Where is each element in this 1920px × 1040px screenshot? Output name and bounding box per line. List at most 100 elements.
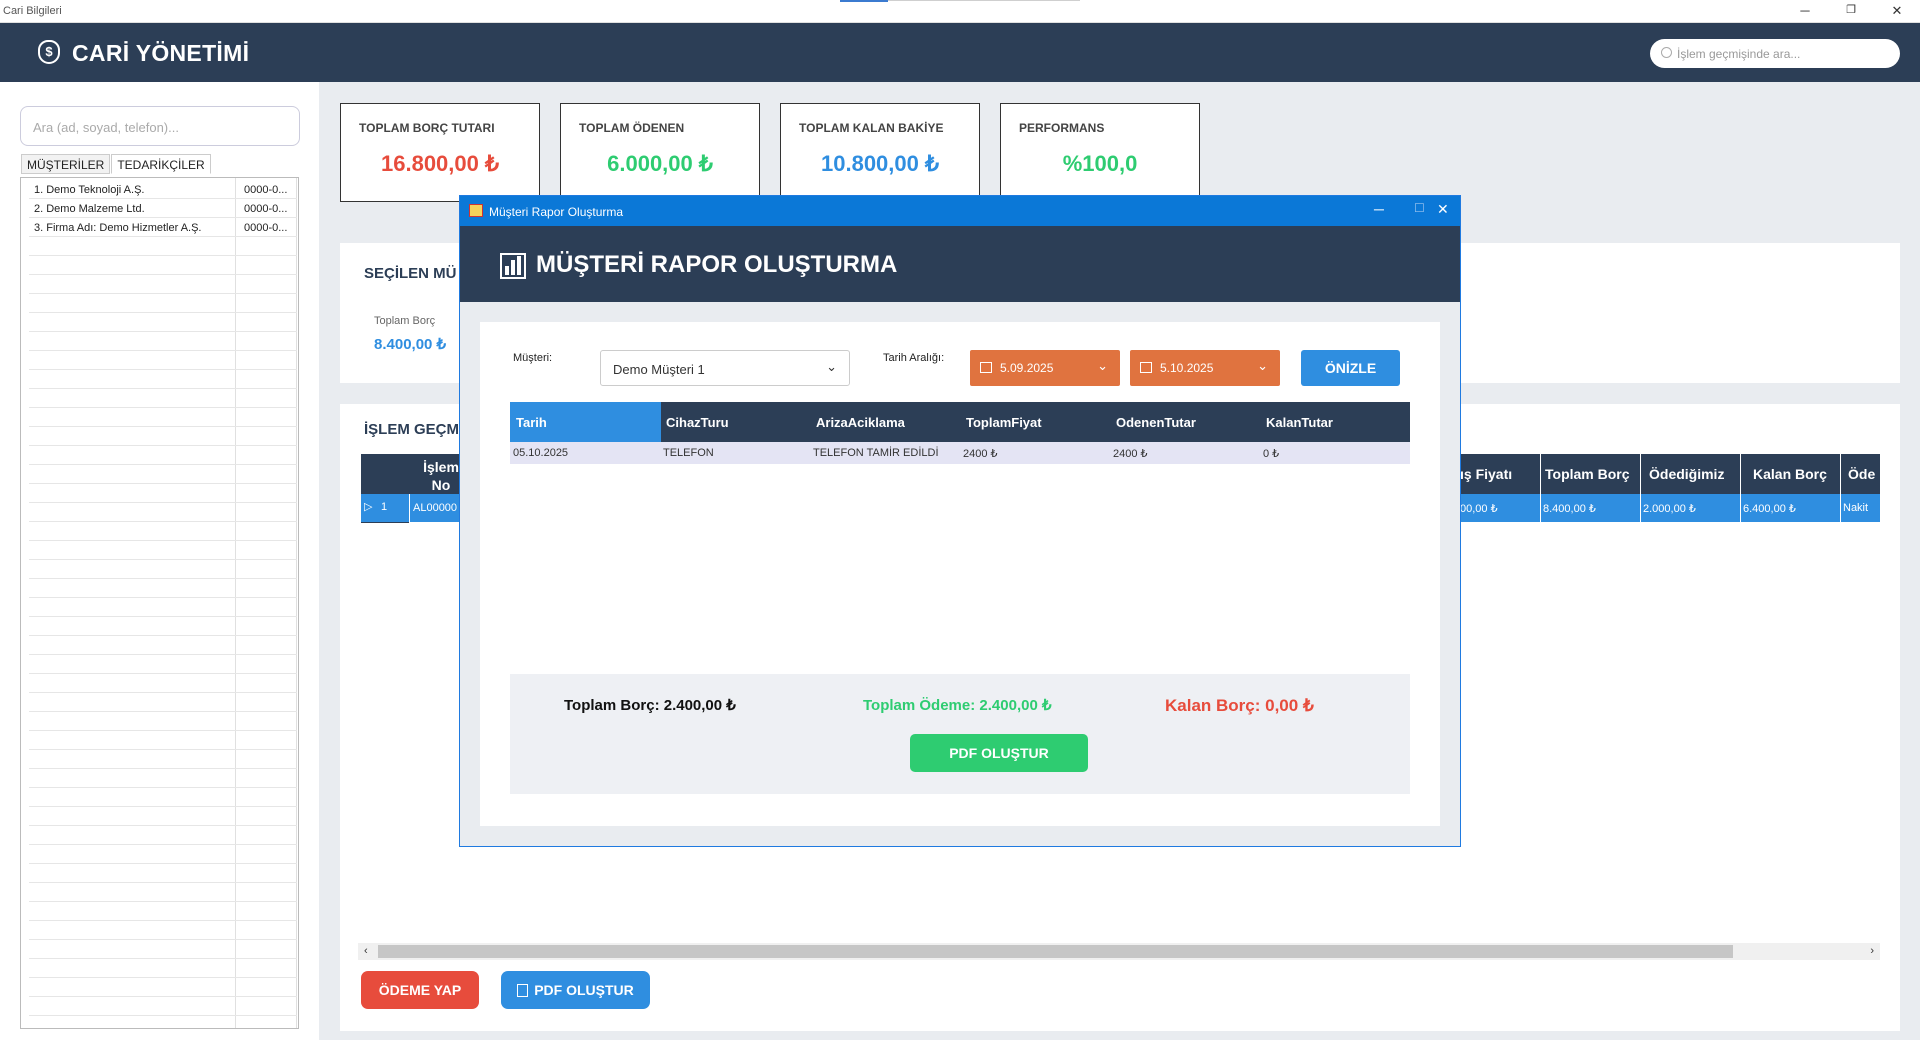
stat-card-toplam-odenen: TOPLAM ÖDENEN 6.000,00 ₺ — [560, 103, 760, 202]
stat-value: 16.800,00 ₺ — [381, 151, 499, 176]
empty-list-row — [29, 921, 297, 940]
empty-list-row — [29, 902, 297, 921]
history-search-input[interactable]: İşlem geçmişinde ara... — [1650, 39, 1900, 68]
table-row[interactable]: ▷ 1 AL00000 — [361, 494, 459, 522]
cell-tarih: 05.10.2025 — [513, 447, 569, 459]
dialog-close-icon[interactable]: ✕ — [1437, 201, 1449, 218]
window-title: Cari Bilgileri — [3, 5, 62, 17]
empty-list-row — [29, 427, 297, 446]
empty-list-row — [29, 389, 297, 408]
cell-kalan-borc: 6.400,00 ₺ — [1743, 503, 1796, 515]
cell-satis-fiyati: 00,00 ₺ — [1460, 503, 1498, 515]
cell-odenen-tutar: 2400 ₺ — [1113, 448, 1148, 460]
stat-label: TOPLAM BORÇ TUTARI — [359, 121, 495, 135]
stat-value: %100,0 — [1062, 151, 1138, 176]
close-icon[interactable]: ✕ — [1874, 0, 1920, 23]
window-titlebar: Cari Bilgileri ─ ❐ ✕ — [0, 0, 1920, 23]
stat-card-toplam-borc: TOPLAM BORÇ TUTARI 16.800,00 ₺ — [340, 103, 540, 202]
empty-list-row — [29, 370, 297, 389]
stat-label: TOPLAM ÖDENEN — [579, 121, 685, 135]
app-header: $ CARİ YÖNETİMİ — [0, 23, 1920, 82]
empty-list-row — [29, 712, 297, 731]
cell-ariza-aciklama: TELEFON TAMİR EDİLDİ — [813, 447, 939, 459]
col-toplam-fiyat[interactable]: ToplamFiyat — [966, 415, 1042, 430]
cell-divider — [1740, 494, 1741, 522]
scroll-right-icon[interactable]: › — [1870, 945, 1874, 957]
minimize-icon[interactable]: ─ — [1782, 0, 1828, 23]
cell-odeme: Nakit — [1843, 502, 1869, 514]
calendar-icon — [980, 362, 992, 373]
table-row[interactable]: 05.10.2025 TELEFON TELEFON TAMİR EDİLDİ … — [510, 442, 1410, 464]
history-search-placeholder: İşlem geçmişinde ara... — [1677, 47, 1801, 61]
stat-label: TOPLAM KALAN BAKİYE — [799, 121, 944, 135]
history-horizontal-scrollbar[interactable]: ‹ › — [358, 943, 1880, 960]
report-dialog: Müşteri Rapor Oluşturma ─ ☐ ✕ MÜŞTERİ RA… — [459, 195, 1461, 847]
col-odeme[interactable]: Öde — [1848, 466, 1875, 482]
tab-musteriler[interactable]: MÜŞTERİLER — [21, 154, 111, 174]
col-islem-no-label: İşlem No — [423, 459, 459, 493]
scroll-left-icon[interactable]: ‹ — [364, 945, 368, 957]
tarih-label: Tarih Aralığı: — [883, 352, 945, 364]
pdf-olustur-button[interactable]: PDF OLUŞTUR — [501, 971, 650, 1009]
stat-card-kalan-bakiye: TOPLAM KALAN BAKİYE 10.800,00 ₺ — [780, 103, 980, 202]
col-toplam-borc[interactable]: Toplam Borç — [1545, 466, 1630, 482]
col-islem-no[interactable]: İşlem No — [409, 454, 459, 494]
cell-divider — [1840, 494, 1841, 522]
musteri-select[interactable]: Demo Müşteri 1 ⌄ — [600, 350, 850, 386]
dialog-minimize-icon[interactable]: ─ — [1374, 201, 1384, 217]
date-to-value: 5.10.2025 — [1160, 361, 1214, 375]
summary-toplam-borc: Toplam Borç: 2.400,00 ₺ — [564, 697, 736, 714]
money-bag-icon: $ — [38, 40, 60, 64]
date-to-picker[interactable]: 5.10.2025 ⌄ — [1130, 350, 1280, 386]
table-row[interactable]: 00,00 ₺ 8.400,00 ₺ 2.000,00 ₺ 6.400,00 ₺… — [1460, 494, 1880, 522]
empty-list-row — [29, 256, 297, 275]
list-item-name: 3. Firma Adı: Demo Hizmetler A.Ş. — [34, 222, 202, 234]
summary-kalan-borc: Kalan Borç: 0,00 ₺ — [1165, 696, 1314, 715]
selected-title: SEÇİLEN MÜ — [364, 265, 457, 282]
empty-list-row — [29, 750, 297, 769]
cell-divider — [1540, 494, 1541, 522]
col-divider — [1640, 454, 1641, 494]
musteri-label: Müşteri: — [513, 352, 553, 364]
empty-list-row — [29, 503, 297, 522]
onizle-button[interactable]: ÖNİZLE — [1301, 350, 1400, 386]
col-kalan-tutar[interactable]: KalanTutar — [1266, 415, 1333, 430]
empty-list-row — [29, 731, 297, 750]
restore-icon[interactable]: ❐ — [1828, 0, 1874, 23]
row-number: 1 — [381, 501, 388, 513]
tab-tedarikciler[interactable]: TEDARİKÇİLER — [111, 154, 211, 174]
scrollbar-thumb[interactable] — [378, 945, 1733, 958]
customer-list[interactable]: 1. Demo Teknoloji A.Ş. 0000-0... 2. Demo… — [20, 177, 299, 1029]
col-cihaz-turu[interactable]: CihazTuru — [666, 415, 729, 430]
list-item[interactable]: 2. Demo Malzeme Ltd. 0000-0... — [29, 199, 297, 218]
customer-search-input[interactable]: Ara (ad, soyad, telefon)... — [20, 106, 300, 146]
empty-list-row — [29, 769, 297, 788]
list-item[interactable]: 1. Demo Teknoloji A.Ş. 0000-0... — [29, 180, 297, 199]
col-ariza-aciklama[interactable]: ArizaAciklama — [816, 415, 905, 430]
dialog-title: MÜŞTERİ RAPOR OLUŞTURMA — [536, 251, 898, 278]
empty-list-row — [29, 864, 297, 883]
col-odedigimiz[interactable]: Ödediğimiz — [1649, 466, 1724, 482]
col-satis-fiyati[interactable]: ış Fiyatı — [1460, 466, 1540, 482]
titlebar-accent — [840, 0, 888, 2]
empty-list-row — [29, 294, 297, 313]
dialog-pdf-button[interactable]: PDF OLUŞTUR — [910, 734, 1088, 772]
col-divider — [1740, 454, 1741, 494]
col-tarih[interactable]: Tarih — [516, 415, 547, 430]
musteri-value: Demo Müşteri 1 — [613, 362, 705, 377]
cell-divider — [409, 494, 410, 522]
empty-list-row — [29, 693, 297, 712]
date-from-picker[interactable]: 5.09.2025 ⌄ — [970, 350, 1120, 386]
date-from-value: 5.09.2025 — [1000, 361, 1054, 375]
empty-list-row — [29, 845, 297, 864]
list-item-phone: 0000-0... — [244, 184, 288, 196]
empty-list-row — [29, 598, 297, 617]
odeme-yap-button[interactable]: ÖDEME YAP — [361, 971, 479, 1009]
empty-list-row — [29, 940, 297, 959]
col-odenen-tutar[interactable]: OdenenTutar — [1116, 415, 1196, 430]
list-item[interactable]: 3. Firma Adı: Demo Hizmetler A.Ş. 0000-0… — [29, 218, 297, 237]
col-kalan-borc[interactable]: Kalan Borç — [1753, 466, 1827, 482]
col-divider — [1840, 454, 1841, 494]
empty-list-row — [29, 541, 297, 560]
empty-list-row — [29, 275, 297, 294]
